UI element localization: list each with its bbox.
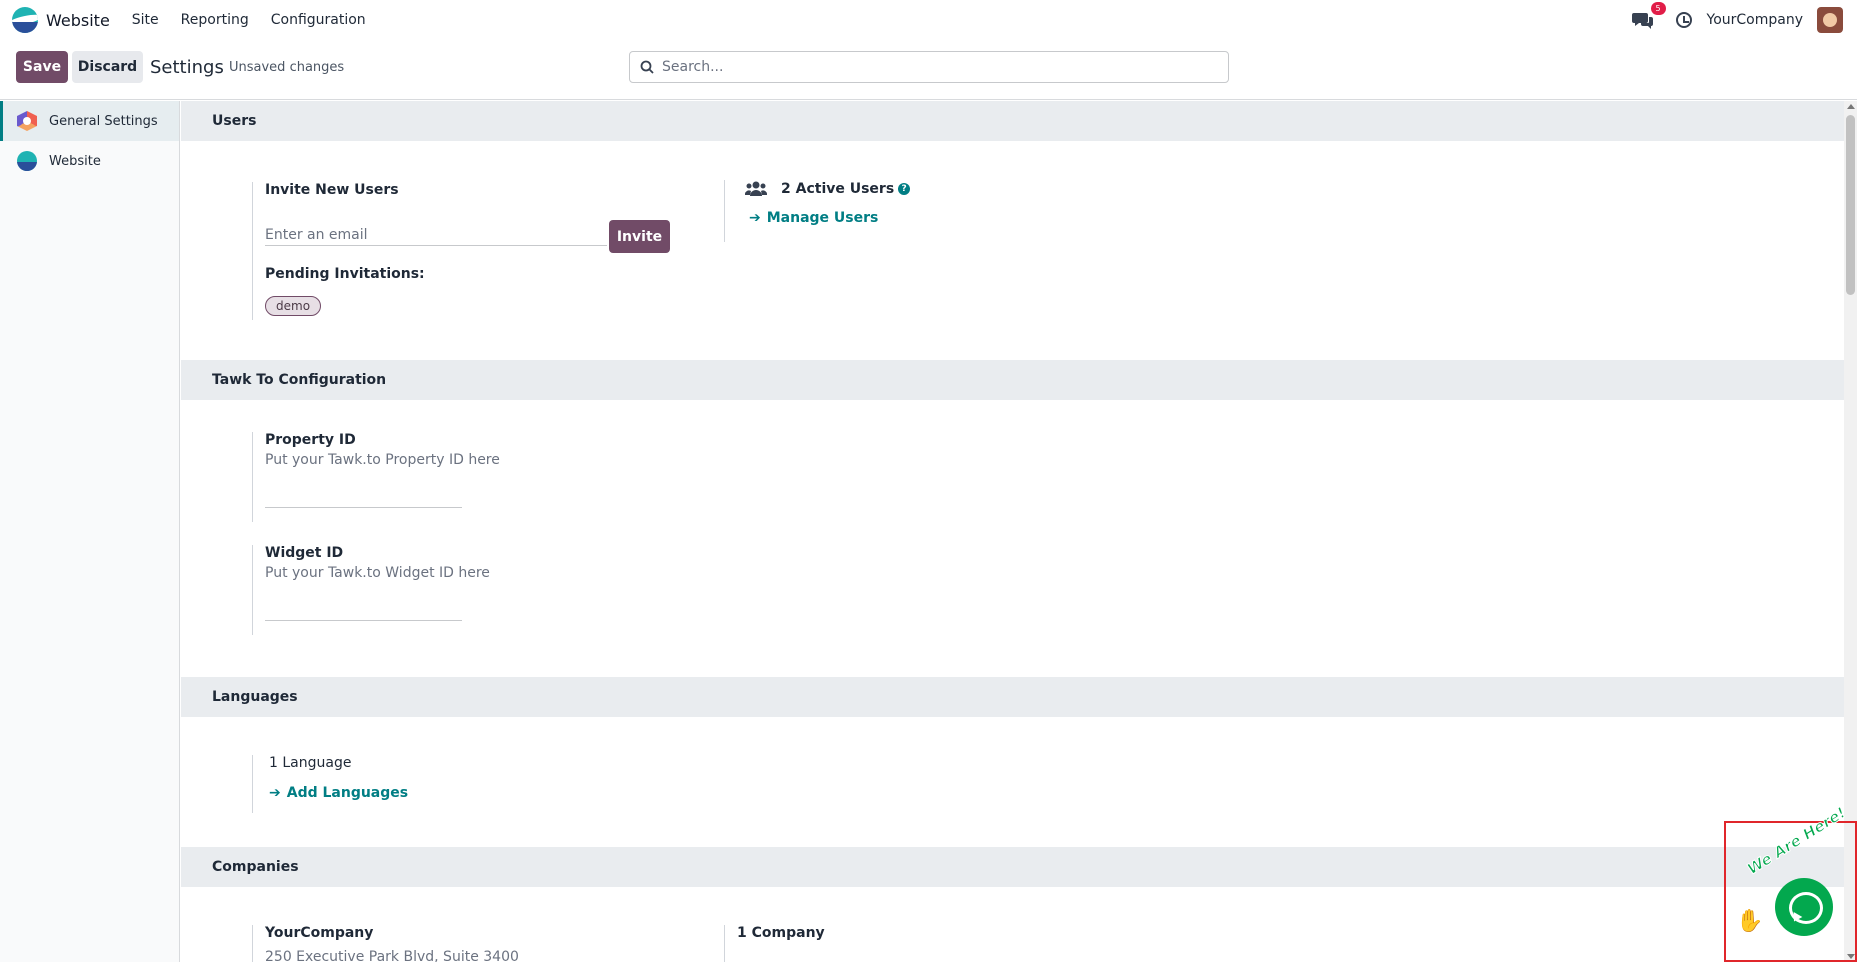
section-languages-header: Languages <box>181 677 1844 717</box>
section-tawk-body: Property ID Put your Tawk.to Property ID… <box>181 400 1844 677</box>
company-info-setting: YourCompany 250 Executive Park Blvd, Sui… <box>252 925 592 962</box>
control-panel: Save Discard Settings Unsaved changes <box>0 40 1857 100</box>
property-id-label: Property ID <box>265 432 356 448</box>
menu-configuration[interactable]: Configuration <box>271 12 366 28</box>
property-id-setting: Property ID Put your Tawk.to Property ID… <box>252 432 552 522</box>
section-companies-header: Companies <box>181 847 1844 887</box>
section-tawk-header: Tawk To Configuration <box>181 360 1844 400</box>
breadcrumb-settings: Settings <box>150 57 224 78</box>
messages-badge: 5 <box>1650 2 1666 15</box>
activity-clock-icon[interactable] <box>1675 12 1692 28</box>
unsaved-changes-status: Unsaved changes <box>229 60 345 75</box>
help-icon[interactable]: ? <box>898 183 911 195</box>
section-languages-body: 1 Language ➔ Add Languages <box>181 717 1844 847</box>
arrow-right-icon: ➔ <box>269 785 281 801</box>
save-button[interactable]: Save <box>16 51 68 83</box>
general-settings-icon <box>17 111 37 131</box>
menu-site[interactable]: Site <box>132 12 159 28</box>
top-navbar: Website Site Reporting Configuration 5 Y… <box>0 0 1857 40</box>
widget-id-setting: Widget ID Put your Tawk.to Widget ID her… <box>252 545 552 635</box>
section-users-body: Invite New Users Invite Pending Invitati… <box>181 141 1844 360</box>
widget-id-description: Put your Tawk.to Widget ID here <box>265 565 490 581</box>
section-companies-body: YourCompany 250 Executive Park Blvd, Sui… <box>181 887 1844 962</box>
property-id-input[interactable] <box>265 486 462 508</box>
add-languages-link[interactable]: ➔ Add Languages <box>269 785 552 801</box>
widget-id-label: Widget ID <box>265 545 344 561</box>
settings-main: Users Invite New Users Invite Pending In… <box>181 101 1844 962</box>
sidebar-item-label: General Settings <box>49 113 158 129</box>
scrollbar-thumb[interactable] <box>1846 115 1855 295</box>
menu-reporting[interactable]: Reporting <box>181 12 249 28</box>
discard-button[interactable]: Discard <box>72 51 143 83</box>
navbar-right: 5 YourCompany <box>1631 0 1843 40</box>
pending-invitation-tag[interactable]: demo <box>265 296 322 316</box>
active-users-setting: 2 Active Users ? ➔ Manage Users <box>724 180 1024 242</box>
app-name[interactable]: Website <box>46 11 110 30</box>
company-count-setting: 1 Company <box>724 925 1024 962</box>
sidebar-item-website[interactable]: Website <box>0 141 179 181</box>
user-avatar[interactable] <box>1817 7 1843 33</box>
arrow-right-icon: ➔ <box>749 210 761 226</box>
users-group-icon <box>745 181 767 196</box>
company-switcher[interactable]: YourCompany <box>1707 12 1804 28</box>
invite-label: Invite New Users <box>265 182 399 198</box>
pending-invitations-label: Pending Invitations: <box>265 266 425 282</box>
messages-icon[interactable]: 5 <box>1631 2 1666 29</box>
search-icon <box>640 60 654 74</box>
waving-hand-icon: ✋ <box>1736 909 1764 934</box>
search-input[interactable] <box>662 59 1222 75</box>
company-name: YourCompany <box>265 925 374 941</box>
active-users-count: 2 Active Users <box>781 181 895 197</box>
company-address: 250 Executive Park Blvd, Suite 3400 <box>265 949 519 962</box>
scroll-up-arrow-icon[interactable] <box>1847 104 1855 109</box>
website-app-icon <box>17 151 37 171</box>
language-count: 1 Language <box>269 755 352 771</box>
manage-users-link[interactable]: ➔ Manage Users <box>749 210 1024 226</box>
property-id-description: Put your Tawk.to Property ID here <box>265 452 500 468</box>
search-box[interactable] <box>629 51 1229 83</box>
languages-setting: 1 Language ➔ Add Languages <box>252 755 552 813</box>
section-users-header: Users <box>181 101 1844 141</box>
invite-email-input[interactable] <box>265 224 607 246</box>
invite-users-setting: Invite New Users Invite Pending Invitati… <box>252 182 702 320</box>
widget-id-input[interactable] <box>265 599 462 621</box>
settings-sidebar: General Settings Website <box>0 101 180 962</box>
invite-button[interactable]: Invite <box>609 220 670 253</box>
chat-widget-highlight: We Are Here! ✋ <box>1724 803 1857 962</box>
website-logo-icon[interactable] <box>12 7 38 33</box>
sidebar-item-label: Website <box>49 153 101 169</box>
company-count: 1 Company <box>737 925 825 941</box>
chat-bubble-button[interactable] <box>1775 878 1833 936</box>
sidebar-item-general-settings[interactable]: General Settings <box>0 101 179 141</box>
